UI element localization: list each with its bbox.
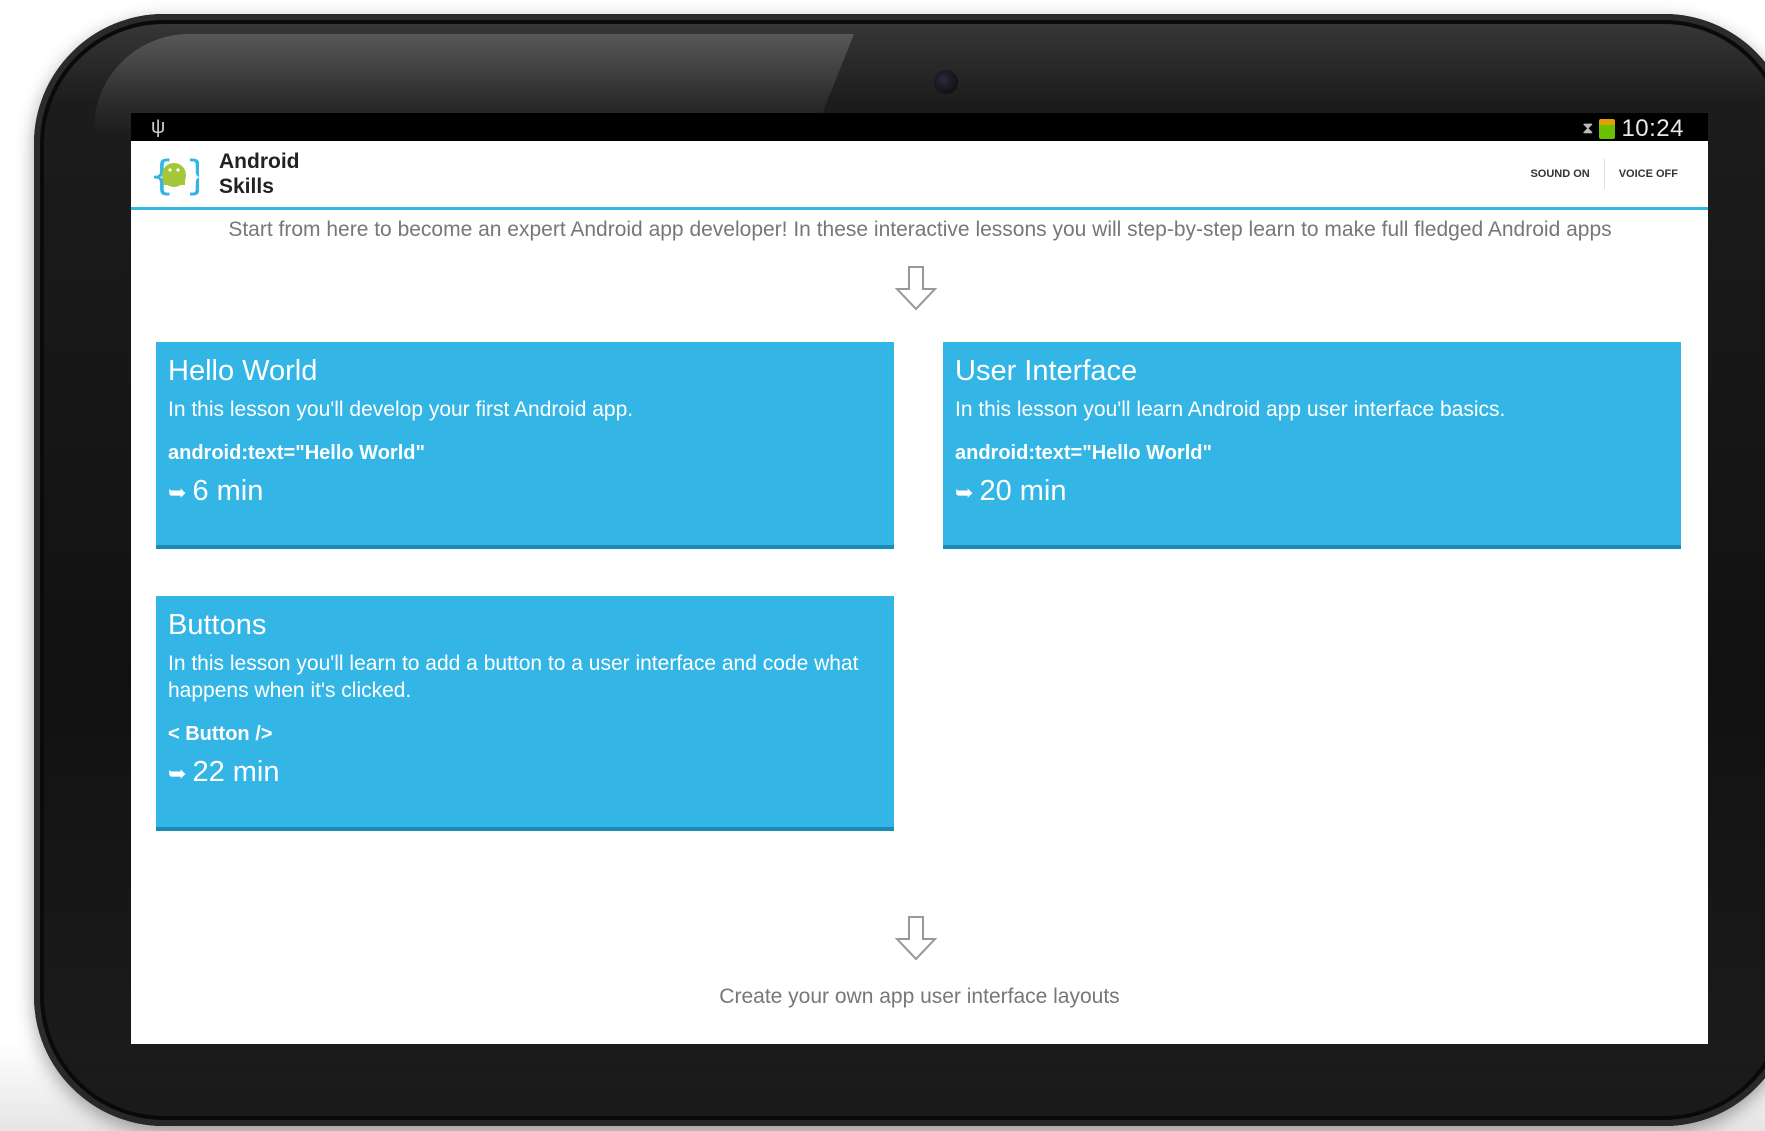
hourglass-icon: ⧗ [1582,120,1594,137]
device-screen: ψ ⧗ 10:24 { } Android Skills SOUND [131,113,1708,1044]
status-bar: ψ ⧗ 10:24 [131,113,1708,143]
scene: ψ ⧗ 10:24 { } Android Skills SOUND [0,0,1765,1131]
arrow-right-icon: ➥ [168,761,187,786]
app-title-line2: Skills [219,175,274,198]
next-section-text[interactable]: Create your own app user interface layou… [131,985,1708,1009]
lesson-card-hello-world[interactable]: Hello World In this lesson you'll develo… [156,342,894,549]
lesson-description: In this lesson you'll develop your first… [168,398,634,421]
lesson-card-buttons[interactable]: Buttons In this lesson you'll learn to a… [156,596,894,831]
status-icons: ⧗ 10:24 [1582,115,1684,143]
lesson-duration: ➥ 22 min [168,756,882,790]
action-buttons: SOUND ON VOICE OFF [1516,141,1692,207]
lesson-card-user-interface[interactable]: User Interface In this lesson you'll lea… [943,342,1681,549]
lesson-description: In this lesson you'll learn to add a but… [168,652,859,702]
arrow-right-icon: ➥ [955,480,974,505]
arrow-right-icon: ➥ [168,480,187,505]
action-bar: { } Android Skills SOUND ON VOICE OFF [131,141,1708,210]
app-title-line1: Android [219,150,300,173]
status-clock: 10:24 [1621,115,1684,142]
lesson-duration: ➥ 20 min [955,475,1669,509]
lesson-code: < Button /> [168,723,273,745]
lesson-title: Buttons [168,609,267,641]
intro-text: Start from here to become an expert Andr… [228,218,1612,241]
camera-icon [934,70,958,94]
arrow-down-icon [894,916,938,961]
usb-icon: ψ [151,116,166,138]
voice-toggle-button[interactable]: VOICE OFF [1603,159,1692,189]
lesson-title: Hello World [168,355,318,387]
lesson-code: android:text="Hello World" [955,442,1212,464]
lesson-duration: ➥ 6 min [168,475,882,509]
lesson-duration-value: 20 min [979,475,1067,507]
app-logo-icon[interactable]: { } [149,151,199,199]
lesson-duration-value: 6 min [192,475,264,507]
arrow-down-icon [894,266,938,311]
battery-icon [1599,119,1616,139]
lesson-title: User Interface [955,355,1138,387]
lesson-description: In this lesson you'll learn Android app … [955,398,1506,421]
sound-toggle-button[interactable]: SOUND ON [1516,159,1603,189]
svg-text:}: } [185,153,199,199]
app-title: Android Skills [219,149,339,199]
lesson-code: android:text="Hello World" [168,442,425,464]
lesson-duration-value: 22 min [192,756,280,788]
